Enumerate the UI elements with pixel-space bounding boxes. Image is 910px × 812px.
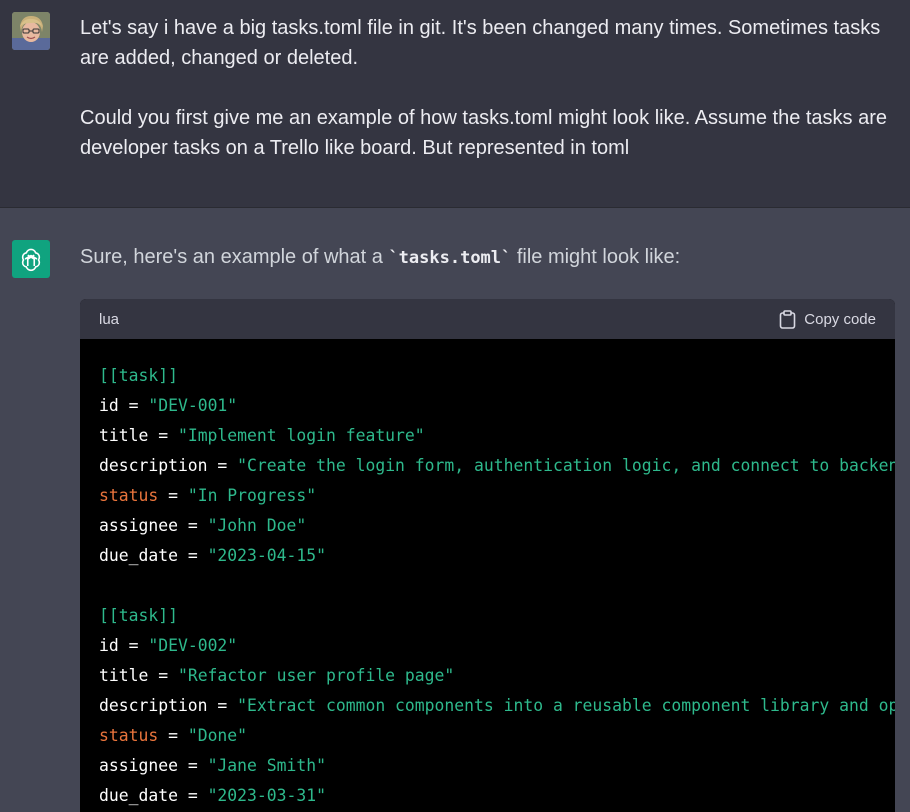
user-avatar — [12, 12, 50, 50]
user-message: Let's say i have a big tasks.toml file i… — [0, 0, 910, 208]
code-header: lua Copy code — [80, 299, 895, 339]
code-line: description = "Extract common components… — [99, 691, 895, 721]
code-string-value: "2023-03-31" — [207, 786, 326, 805]
intro-text-before: Sure, here's an example of what a — [80, 246, 389, 268]
code-line: status = "In Progress" — [99, 486, 317, 505]
code-string-value: "John Doe" — [207, 516, 307, 535]
code-string-value: "Done" — [187, 726, 248, 745]
code-body: [[task]] id = "DEV-001" title = "Implement… — [80, 339, 895, 811]
code-section-header: [[task]] — [99, 606, 178, 625]
code-key: assignee — [99, 516, 178, 535]
code-key: title — [99, 426, 149, 445]
code-key: status — [99, 486, 159, 505]
code-key: title — [99, 666, 149, 685]
code-key: description — [99, 456, 208, 475]
assistant-avatar — [12, 240, 50, 278]
intro-inline-code: `tasks.toml` — [388, 248, 512, 268]
code-section-header: [[task]] — [99, 366, 178, 385]
code-string-value: "Create the login form, authentication l… — [237, 456, 895, 475]
code-line: assignee = "John Doe" — [99, 516, 307, 535]
code-key: id — [99, 396, 119, 415]
code-key: id — [99, 636, 119, 655]
assistant-intro: Sure, here's an example of what a `tasks… — [80, 242, 900, 273]
user-avatar-icon — [12, 12, 50, 50]
code-line: description = "Create the login form, au… — [99, 451, 895, 481]
code-line: [[task]] — [99, 601, 876, 631]
intro-text-after: file might look like: — [511, 246, 681, 268]
code-key: due_date — [99, 546, 178, 565]
code-line: status = "Done" — [99, 726, 248, 745]
code-string-value: "Implement login feature" — [177, 426, 425, 445]
code-string-value: "Refactor user profile page" — [177, 666, 455, 685]
user-message-text: Let's say i have a big tasks.toml file i… — [80, 13, 895, 163]
code-string-value: "2023-04-15" — [207, 546, 326, 565]
code-line: assignee = "Jane Smith" — [99, 756, 326, 775]
clipboard-icon — [779, 309, 796, 329]
code-key: assignee — [99, 756, 178, 775]
code-block: lua Copy code [[task]] id = "DEV-001" titl… — [80, 299, 895, 812]
code-string-value: "Jane Smith" — [207, 756, 326, 775]
code-line: due_date = "2023-04-15" — [99, 546, 326, 565]
code-key: description — [99, 696, 208, 715]
chatgpt-logo-icon — [21, 248, 41, 272]
code-line: id = "DEV-001" — [99, 396, 238, 415]
assistant-message: Sure, here's an example of what a `tasks… — [0, 208, 910, 812]
copy-code-label: Copy code — [804, 310, 876, 328]
user-paragraph-2: Could you first give me an example of ho… — [80, 107, 888, 159]
code-key: status — [99, 726, 159, 745]
code-line: due_date = "2023-03-31" — [99, 786, 326, 805]
code-line: title = "Implement login feature" — [99, 426, 425, 445]
code-string-value: "Extract common components into a reusab… — [237, 696, 895, 715]
code-line: id = "DEV-002" — [99, 636, 238, 655]
user-paragraph-1: Let's say i have a big tasks.toml file i… — [80, 17, 881, 69]
code-string-value: "DEV-001" — [148, 396, 238, 415]
code-line: title = "Refactor user profile page" — [99, 666, 455, 685]
code-string-value: "In Progress" — [187, 486, 317, 505]
code-string-value: "DEV-002" — [148, 636, 238, 655]
chat-page: Let's say i have a big tasks.toml file i… — [0, 0, 910, 812]
code-language-label: lua — [99, 310, 120, 328]
copy-code-button[interactable]: Copy code — [779, 309, 876, 329]
code-line: [[task]] — [99, 361, 876, 391]
code-key: due_date — [99, 786, 178, 805]
